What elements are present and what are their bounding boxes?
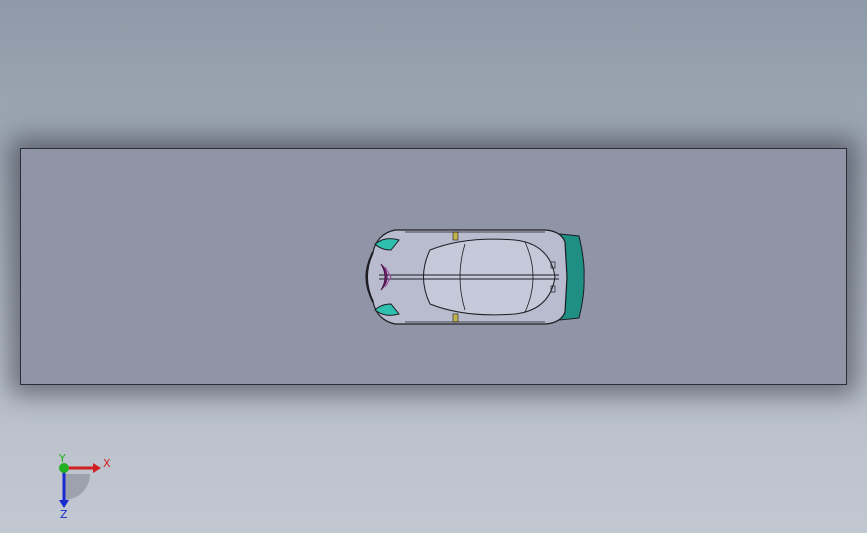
car-canopy bbox=[423, 238, 556, 316]
x-axis-arrow bbox=[93, 463, 101, 473]
race-car-model[interactable] bbox=[355, 222, 595, 332]
y-axis-label: Y bbox=[58, 452, 66, 465]
x-axis-label: X bbox=[103, 457, 111, 470]
z-axis-label: Z bbox=[60, 508, 68, 521]
z-axis-arrow bbox=[59, 500, 69, 508]
left-mirror bbox=[452, 231, 459, 241]
graphics-viewport[interactable]: X Y Z bbox=[0, 0, 867, 533]
axis-triad: X Y Z bbox=[58, 452, 111, 521]
right-mirror bbox=[452, 313, 459, 323]
